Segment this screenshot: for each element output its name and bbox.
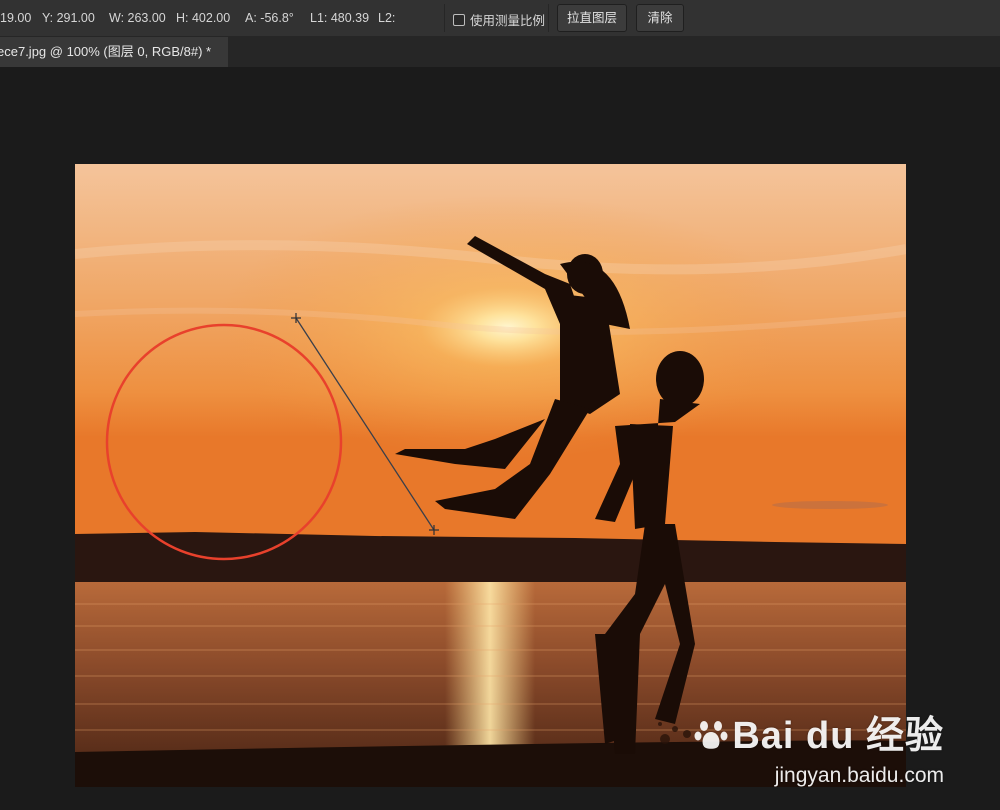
document-tab-bar: ece7.jpg @ 100% (图层 0, RGB/8#) * [0, 37, 1000, 67]
document-tab[interactable]: ece7.jpg @ 100% (图层 0, RGB/8#) * [0, 37, 228, 67]
canvas-area[interactable]: Bai du 经验 jingyan.baidu.com [0, 67, 1000, 810]
y-readout: Y: 291.00 [42, 11, 95, 25]
watermark-logo-text: Bai du 经验 [732, 715, 944, 757]
use-measurement-scale-label: 使用测量比例 [470, 14, 546, 28]
angle-readout: A: -56.8° [245, 11, 294, 25]
toolbar-divider [444, 4, 445, 32]
straighten-layer-button[interactable]: 拉直图层 [557, 4, 627, 32]
baidu-watermark: Bai du 经验 jingyan.baidu.com [694, 716, 944, 788]
w-readout: W: 263.00 [109, 11, 166, 25]
paw-icon [694, 718, 728, 760]
checkbox-box[interactable] [453, 13, 465, 26]
toolbar-divider [548, 4, 549, 32]
options-bar: 19.00 Y: 291.00 W: 263.00 H: 402.00 A: -… [0, 0, 1000, 37]
l1-readout: L1: 480.39 [310, 11, 370, 25]
canvas-photo[interactable] [75, 164, 906, 787]
watermark-url: jingyan.baidu.com [774, 764, 944, 787]
x-readout: 19.00 [0, 11, 32, 25]
h-readout: H: 402.00 [176, 11, 231, 25]
document-tab-title: ece7.jpg @ 100% (图层 0, RGB/8#) * [0, 44, 212, 59]
use-measurement-scale-checkbox[interactable]: 使用测量比例 [453, 10, 545, 29]
baidu-jingyan-logo: Bai du 经验 [694, 716, 944, 760]
l2-readout: L2: [378, 11, 396, 25]
clear-button[interactable]: 清除 [636, 4, 684, 32]
